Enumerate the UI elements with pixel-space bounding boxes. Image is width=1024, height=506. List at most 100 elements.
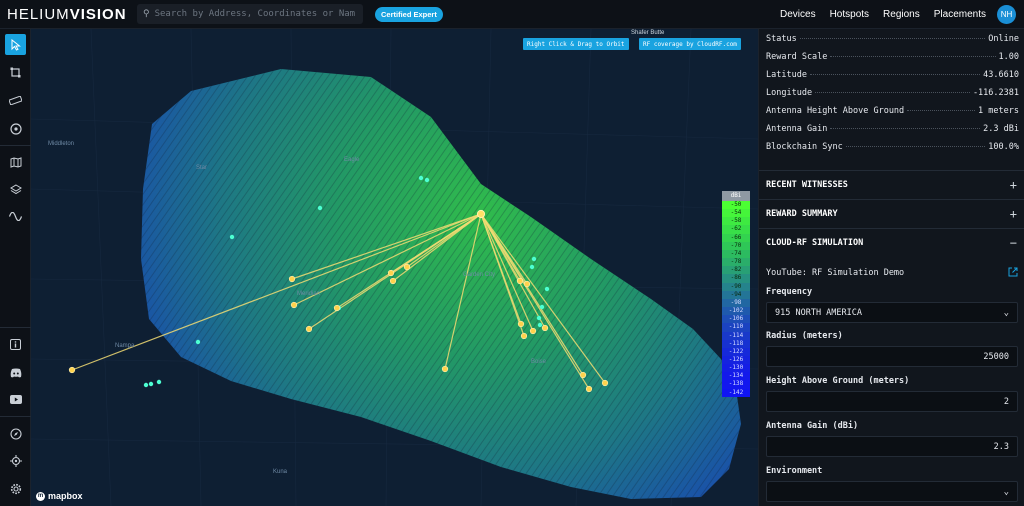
- legend-value: -58: [722, 217, 750, 226]
- app-logo[interactable]: HELIUMVISION: [7, 6, 127, 23]
- place-label: Star: [196, 165, 208, 171]
- recent-witnesses-section[interactable]: RECENT WITNESSES +: [759, 170, 1024, 199]
- map-icon[interactable]: [5, 152, 26, 173]
- nav-regions[interactable]: Regions: [883, 9, 920, 20]
- radius-input[interactable]: 25000: [766, 346, 1018, 367]
- chevron-down-icon: ⌄: [1003, 486, 1009, 497]
- discord-icon[interactable]: [5, 362, 26, 383]
- mapbox-attribution[interactable]: m mapbox: [36, 491, 83, 501]
- section-title: REWARD SUMMARY: [766, 209, 838, 219]
- legend-value: -142: [722, 388, 750, 397]
- hotspot-dot[interactable]: [156, 379, 162, 385]
- crosshair-icon[interactable]: [5, 450, 26, 471]
- witness-hotspot-dot[interactable]: [585, 385, 593, 393]
- legend-value: -114: [722, 331, 750, 340]
- witness-hotspot-dot[interactable]: [389, 277, 397, 285]
- ruler-icon[interactable]: [5, 90, 26, 111]
- hotspot-dot[interactable]: [317, 205, 323, 211]
- hotspot-dot[interactable]: [544, 286, 550, 292]
- expand-icon[interactable]: +: [1010, 178, 1017, 192]
- witness-hotspot-dot[interactable]: [523, 280, 531, 288]
- mapbox-attribution-text: mapbox: [48, 491, 83, 501]
- witness-hotspot-dot[interactable]: [529, 327, 537, 335]
- map-peak-label: Shafer Butte: [631, 30, 665, 36]
- hotspot-dot[interactable]: [148, 381, 154, 387]
- map-view[interactable]: Shafer Butte Right Click & Drag to Orbit…: [31, 29, 758, 506]
- blockchain-sync-label: Blockchain Sync: [766, 142, 843, 152]
- witness-hotspot-dot[interactable]: [333, 304, 341, 312]
- select-box-icon[interactable]: [5, 62, 26, 83]
- hotspot-dot[interactable]: [539, 304, 545, 310]
- youtube-demo-link[interactable]: YouTube: RF Simulation Demo: [766, 268, 904, 278]
- cursor-icon[interactable]: [5, 34, 26, 55]
- layers-icon[interactable]: [5, 179, 26, 200]
- nav-devices[interactable]: Devices: [780, 9, 816, 20]
- legend-value: -62: [722, 225, 750, 234]
- wave-icon[interactable]: [5, 206, 26, 227]
- hotspot-dot[interactable]: [536, 315, 542, 321]
- frequency-select[interactable]: 915 NORTH AMERICA ⌄: [766, 302, 1018, 323]
- nav-placements[interactable]: Placements: [934, 9, 986, 20]
- gear-icon[interactable]: [5, 478, 26, 499]
- environment-select[interactable]: ⌄: [766, 481, 1018, 502]
- witness-hotspot-dot[interactable]: [305, 325, 313, 333]
- legend-value: -102: [722, 307, 750, 316]
- external-link-icon[interactable]: [1008, 267, 1018, 277]
- witness-hotspot-dot[interactable]: [441, 365, 449, 373]
- cloudrf-coverage-button[interactable]: RF coverage by CloudRF.com: [639, 38, 741, 50]
- witness-hotspot-dot[interactable]: [288, 275, 296, 283]
- witness-hotspot-dot[interactable]: [387, 269, 395, 277]
- height-input[interactable]: 2: [766, 391, 1018, 412]
- target-icon[interactable]: [5, 118, 26, 139]
- hotspot-dot[interactable]: [418, 175, 424, 181]
- hotspot-dot[interactable]: [143, 382, 149, 388]
- collapse-icon[interactable]: −: [1010, 236, 1017, 250]
- witness-hotspot-dot[interactable]: [290, 301, 298, 309]
- legend-value: -134: [722, 372, 750, 381]
- antenna-height-row: Antenna Height Above Ground 1 meters: [766, 106, 1019, 120]
- info-icon[interactable]: [5, 334, 26, 355]
- cloud-rf-simulation-section[interactable]: CLOUD-RF SIMULATION −: [759, 228, 1024, 257]
- legend-value: -82: [722, 266, 750, 275]
- legend-value: -74: [722, 249, 750, 259]
- place-label: Eagle: [344, 157, 360, 163]
- signal-strength-legend: dBi -50 -54 -58 -62 -66 -70 -74 -78 -82 -86 -90 -94…: [722, 191, 750, 501]
- coverage-map[interactable]: [31, 29, 758, 506]
- witness-hotspot-dot[interactable]: [403, 263, 411, 271]
- youtube-icon[interactable]: [5, 389, 26, 410]
- antenna-gain-input[interactable]: 2.3: [766, 436, 1018, 457]
- legend-value: -106: [722, 315, 750, 324]
- search-box[interactable]: ⚲: [137, 4, 363, 24]
- compass-icon[interactable]: [5, 423, 26, 444]
- coverage-texture: [141, 69, 741, 499]
- reward-scale-label: Reward Scale: [766, 52, 828, 62]
- hotspot-dot[interactable]: [529, 264, 535, 270]
- place-label: Boise: [531, 359, 547, 365]
- witness-hotspot-dot[interactable]: [68, 366, 76, 374]
- reward-summary-section[interactable]: REWARD SUMMARY +: [759, 199, 1024, 228]
- expand-icon[interactable]: +: [1010, 207, 1017, 221]
- witness-hotspot-dot[interactable]: [520, 332, 528, 340]
- hotspot-dot[interactable]: [537, 322, 543, 328]
- certified-expert-badge: Certified Expert: [375, 6, 443, 22]
- nav-hotspots[interactable]: Hotspots: [830, 9, 869, 20]
- hotspot-dot[interactable]: [531, 256, 537, 262]
- witness-hotspot-dot[interactable]: [541, 324, 549, 332]
- hotspot-dot[interactable]: [195, 339, 201, 345]
- legend-value: -50: [722, 201, 750, 210]
- status-label: Status: [766, 34, 797, 44]
- antenna-gain-field-label: Antenna Gain (dBi): [766, 421, 859, 431]
- witness-hotspot-dot[interactable]: [601, 379, 609, 387]
- blockchain-sync-value: 100.0%: [988, 142, 1019, 152]
- longitude-value: -116.2381: [972, 88, 1019, 98]
- witness-hotspot-dot[interactable]: [516, 277, 524, 285]
- antenna-gain-row: Antenna Gain 2.3 dBi: [766, 124, 1019, 138]
- selected-hotspot[interactable]: [476, 209, 486, 219]
- witness-hotspot-dot[interactable]: [517, 320, 525, 328]
- hotspot-dot[interactable]: [229, 234, 235, 240]
- search-input[interactable]: [154, 9, 355, 19]
- witness-hotspot-dot[interactable]: [579, 371, 587, 379]
- hotspot-dot[interactable]: [424, 177, 430, 183]
- orbit-hint-button[interactable]: Right Click & Drag to Orbit: [523, 38, 629, 50]
- avatar[interactable]: NH: [997, 5, 1016, 24]
